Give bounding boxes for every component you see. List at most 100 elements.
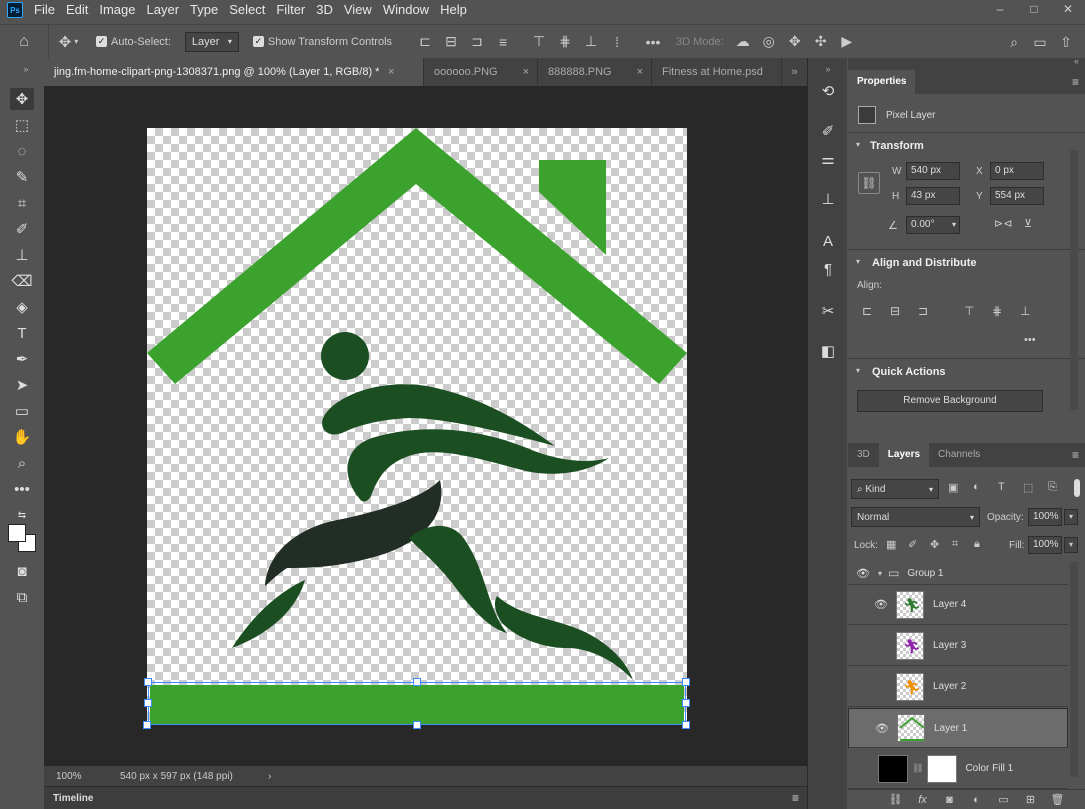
- tab-3d[interactable]: 3D: [848, 443, 879, 467]
- flip-horizontal-icon[interactable]: ⊳⊲: [994, 217, 1012, 230]
- tab-oooooo[interactable]: oooooo.PNG ×: [424, 58, 538, 86]
- visibility-eye-icon[interactable]: 👁︎: [848, 567, 878, 580]
- properties-scrollbar[interactable]: [1070, 150, 1078, 410]
- tab-properties[interactable]: Properties: [848, 70, 916, 94]
- menu-layer[interactable]: Layer: [144, 0, 188, 20]
- align-bottom-icon[interactable]: ⊥: [1020, 304, 1048, 318]
- collapse-dock-icon[interactable]: »: [817, 58, 839, 80]
- tab-layers[interactable]: Layers: [878, 443, 930, 467]
- lasso-tool-icon[interactable]: ◌: [10, 140, 34, 162]
- document-canvas[interactable]: [144, 128, 690, 725]
- new-group-icon[interactable]: ▭: [990, 793, 1017, 806]
- more-tools-icon[interactable]: •••: [10, 478, 34, 500]
- x-field[interactable]: 0 px: [990, 162, 1044, 180]
- path-select-tool-icon[interactable]: ➤: [10, 374, 34, 396]
- link-proportions-icon[interactable]: ⛓: [858, 172, 880, 194]
- pen-tool-icon[interactable]: ✒: [10, 348, 34, 370]
- menu-3d[interactable]: 3D: [313, 0, 341, 20]
- smart-object-filter-icon[interactable]: ⎘: [1048, 481, 1073, 494]
- type-filter-icon[interactable]: T: [998, 481, 1023, 494]
- canvas-area[interactable]: [44, 86, 807, 766]
- chevron-down-icon[interactable]: ▾: [878, 569, 888, 578]
- quick-select-tool-icon[interactable]: ✎: [10, 166, 34, 188]
- transform-selection-box[interactable]: [148, 682, 686, 725]
- visibility-eye-icon[interactable]: 👁︎: [866, 598, 896, 611]
- eraser-tool-icon[interactable]: ⌫: [10, 270, 34, 292]
- remove-background-button[interactable]: Remove Background: [857, 390, 1043, 412]
- lock-artboard-icon[interactable]: ⌗: [952, 538, 974, 551]
- transform-handle[interactable]: [144, 699, 152, 707]
- maximize-button[interactable]: □: [1017, 0, 1051, 18]
- tab-fitness-at-home[interactable]: Fitness at Home.psd: [652, 58, 782, 86]
- tab-888888[interactable]: 888888.PNG ×: [538, 58, 652, 86]
- adjustment-filter-icon[interactable]: ◐: [973, 481, 998, 494]
- character-icon[interactable]: A: [817, 230, 839, 252]
- pixel-filter-icon[interactable]: ▣: [948, 481, 973, 494]
- chevron-down-icon[interactable]: ▾: [856, 366, 860, 375]
- move-tool-icon[interactable]: ✥: [10, 88, 34, 110]
- kind-filter-dropdown[interactable]: ⌕ Kind ▾: [851, 479, 939, 499]
- paragraph-icon[interactable]: ¶: [817, 258, 839, 280]
- menu-file[interactable]: File: [31, 0, 63, 20]
- menu-select[interactable]: Select: [226, 0, 273, 20]
- menu-edit[interactable]: Edit: [63, 0, 96, 20]
- quick-mask-icon[interactable]: ◙: [10, 560, 34, 582]
- layer-row-layer3[interactable]: 🏃︎ Layer 3: [848, 626, 1068, 666]
- tab-channels[interactable]: Channels: [929, 443, 989, 467]
- opacity-field[interactable]: 100%: [1028, 508, 1062, 526]
- chevron-down-icon[interactable]: ▾: [856, 140, 860, 149]
- visibility-empty-box[interactable]: [848, 762, 878, 775]
- menu-view[interactable]: View: [341, 0, 380, 20]
- pan-3d-icon[interactable]: ✥: [782, 33, 808, 50]
- align-top-icon[interactable]: ⊤: [526, 33, 552, 50]
- chevron-down-icon[interactable]: ▾: [1064, 509, 1078, 525]
- layer-group-row[interactable]: 👁︎ ▾ ▭ Group 1: [848, 562, 1068, 585]
- brush-settings-icon[interactable]: ✐: [817, 120, 839, 142]
- collapse-tools-icon[interactable]: »: [14, 58, 38, 80]
- height-field[interactable]: 43 px: [906, 187, 960, 205]
- hand-tool-icon[interactable]: ✋: [10, 426, 34, 448]
- minimize-button[interactable]: –: [983, 0, 1017, 18]
- layer-row-layer2[interactable]: 🏃︎ Layer 2: [848, 667, 1068, 707]
- close-active-tab-icon[interactable]: ×: [388, 66, 394, 78]
- transform-handle[interactable]: [144, 678, 152, 686]
- collapse-panel-icon[interactable]: «: [1074, 56, 1079, 66]
- panel-menu-icon[interactable]: ≡: [792, 791, 799, 805]
- clone-source-icon[interactable]: ⊥: [817, 188, 839, 210]
- new-layer-icon[interactable]: ⊞: [1017, 793, 1044, 806]
- panel-menu-icon[interactable]: ≡: [1072, 75, 1079, 89]
- menu-filter[interactable]: Filter: [273, 0, 313, 20]
- libraries-icon[interactable]: ◧: [817, 340, 839, 362]
- status-arrow-icon[interactable]: ›: [268, 771, 271, 782]
- close-tab-icon[interactable]: ×: [523, 58, 529, 86]
- distribute-icon[interactable]: ≡: [490, 34, 516, 50]
- transform-handle[interactable]: [413, 678, 421, 686]
- visibility-empty-box[interactable]: [866, 639, 896, 652]
- timeline-label[interactable]: Timeline: [44, 793, 93, 804]
- menu-image[interactable]: Image: [96, 0, 143, 20]
- document-info[interactable]: 540 px x 597 px (148 ppi): [120, 771, 260, 782]
- filter-toggle[interactable]: [1074, 479, 1080, 497]
- layer-row-layer1[interactable]: 👁︎ Layer 1: [848, 708, 1068, 748]
- layers-scrollbar[interactable]: [1070, 562, 1078, 777]
- transform-handle[interactable]: [143, 721, 151, 729]
- more-tabs-icon[interactable]: »: [782, 58, 807, 86]
- align-right-icon[interactable]: ⊐: [464, 33, 490, 50]
- lock-transparent-icon[interactable]: ▦: [886, 538, 908, 551]
- auto-select-checkbox[interactable]: ✓ Auto-Select:: [96, 25, 171, 59]
- paint-bucket-tool-icon[interactable]: ◈: [10, 296, 34, 318]
- align-bottom-icon[interactable]: ⊥: [578, 33, 604, 50]
- tab-jing-fm[interactable]: jing.fm-home-clipart-png-1308371.png @ 1…: [44, 58, 424, 86]
- angle-field[interactable]: 0.00° ▾: [906, 216, 960, 234]
- menu-help[interactable]: Help: [437, 0, 475, 20]
- show-transform-checkbox[interactable]: ✓ Show Transform Controls: [252, 25, 392, 59]
- marquee-tool-icon[interactable]: ⬚: [10, 114, 34, 136]
- blend-mode-dropdown[interactable]: Normal ▾: [851, 507, 980, 527]
- align-vcenter-icon[interactable]: ⋕: [552, 33, 578, 50]
- close-window-button[interactable]: ✕: [1051, 0, 1085, 18]
- history-icon[interactable]: ⟲: [817, 80, 839, 102]
- lock-all-icon[interactable]: 🔒︎: [974, 538, 996, 551]
- align-hcenter-icon[interactable]: ⊟: [438, 33, 464, 50]
- adjustment-layer-icon[interactable]: ◐: [963, 794, 990, 806]
- foreground-color-swatch[interactable]: [8, 524, 26, 542]
